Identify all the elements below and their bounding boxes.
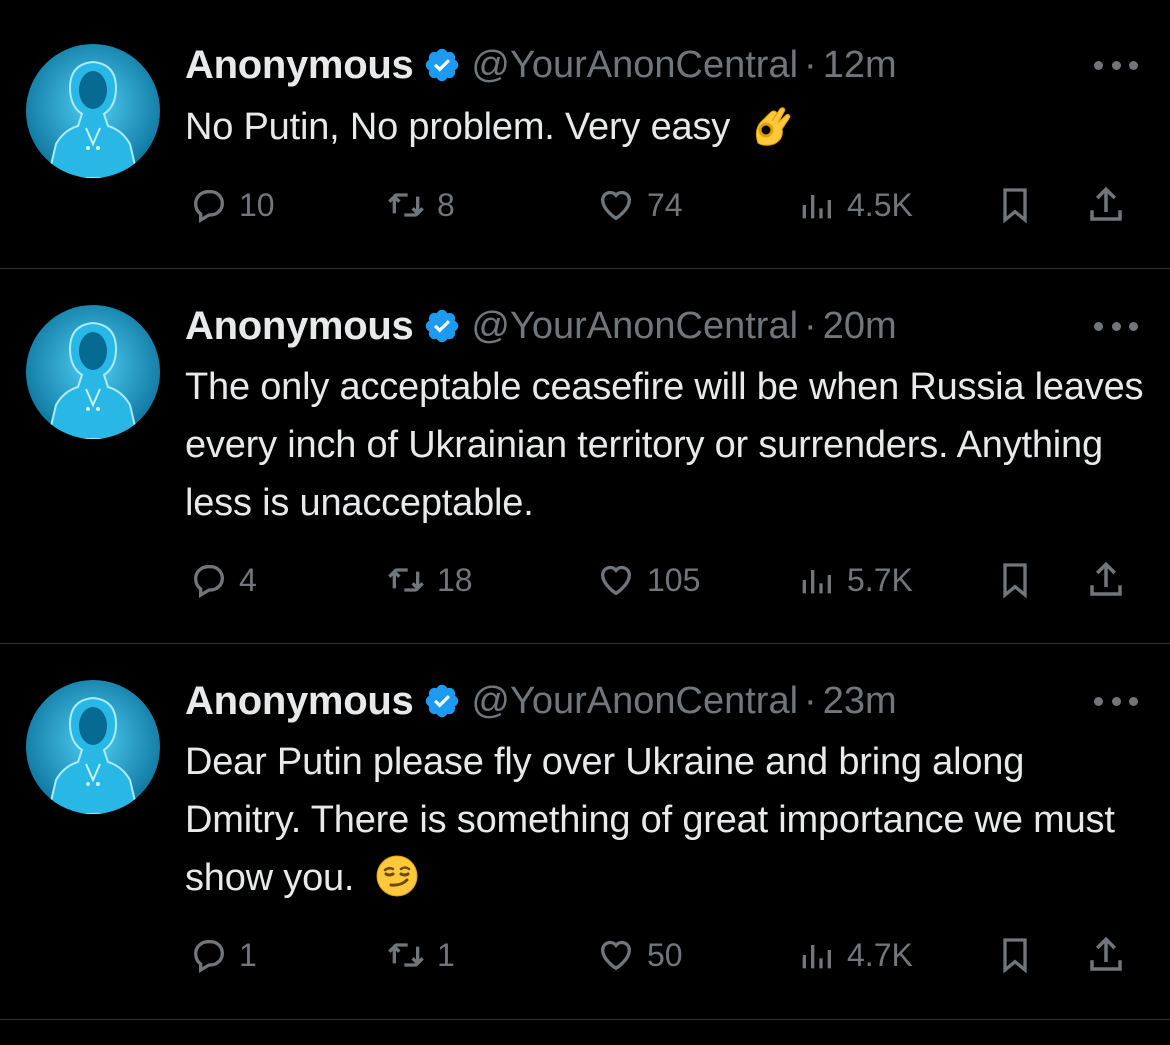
reply-button[interactable]: 1: [189, 930, 257, 980]
views-icon: [802, 945, 831, 969]
tweet[interactable]: Anonymous @YourAnonCentral · 20m The onl…: [0, 269, 1170, 643]
verified-badge-icon[interactable]: [423, 682, 461, 720]
share-button[interactable]: [1085, 930, 1127, 980]
repost-count: 8: [437, 186, 455, 223]
reply-button[interactable]: 10: [189, 180, 275, 230]
repost-button[interactable]: 18: [385, 555, 473, 605]
verified-badge-icon[interactable]: [423, 307, 461, 345]
separator-dot: ·: [804, 304, 817, 347]
tweet-text: The only acceptable ceasefire will be wh…: [185, 358, 1145, 532]
bookmark-button[interactable]: [995, 555, 1035, 605]
views-button[interactable]: 5.7K: [795, 555, 913, 605]
share-button[interactable]: [1085, 555, 1127, 605]
like-button[interactable]: 50: [595, 930, 683, 980]
smirking-face-emoji: [375, 854, 419, 898]
hooded-figure-icon: [26, 680, 160, 814]
author-name[interactable]: Anonymous: [185, 679, 414, 724]
reply-icon: [193, 565, 225, 598]
repost-count: 18: [437, 561, 473, 598]
separator-dot: ·: [804, 43, 817, 86]
tweet[interactable]: Anonymous @YourAnonCentral · 12m No Puti…: [0, 0, 1170, 268]
reply-count: 4: [239, 561, 257, 598]
tweet-body: No Putin, No problem. Very easy: [185, 106, 731, 148]
reply-count: 10: [239, 186, 275, 223]
author-name[interactable]: Anonymous: [185, 304, 414, 349]
heart-icon: [600, 565, 632, 596]
tweet-header: Anonymous @YourAnonCentral · 23m: [185, 676, 897, 726]
ok-hand-emoji: [750, 103, 794, 147]
repost-count: 1: [437, 936, 455, 973]
tweet-actions: 1 1 50 4.7K: [185, 930, 1145, 980]
timestamp[interactable]: 12m: [823, 44, 897, 87]
tweet-header: Anonymous @YourAnonCentral · 12m: [185, 40, 897, 90]
share-icon: [1090, 936, 1122, 971]
tweet-body: Dear Putin please fly over Ukraine and b…: [185, 741, 1115, 899]
avatar[interactable]: [26, 680, 160, 814]
repost-button[interactable]: 1: [385, 930, 455, 980]
author-handle[interactable]: @YourAnonCentral: [471, 44, 798, 87]
view-count: 5.7K: [847, 561, 913, 598]
views-icon: [802, 195, 831, 219]
like-count: 105: [647, 561, 701, 598]
share-icon: [1090, 186, 1122, 221]
more-options-icon[interactable]: [1094, 55, 1138, 75]
like-button[interactable]: 74: [595, 180, 683, 230]
tweet-header: Anonymous @YourAnonCentral · 20m: [185, 301, 897, 351]
bookmark-button[interactable]: [995, 930, 1035, 980]
timestamp[interactable]: 20m: [823, 305, 897, 348]
avatar[interactable]: [26, 44, 160, 178]
like-button[interactable]: 105: [595, 555, 700, 605]
share-icon: [1090, 561, 1122, 596]
bookmark-icon: [1003, 938, 1027, 974]
bookmark-button[interactable]: [995, 180, 1035, 230]
tweet-text: Dear Putin please fly over Ukraine and b…: [185, 733, 1145, 907]
reply-count: 1: [239, 936, 257, 973]
reply-button[interactable]: 4: [189, 555, 257, 605]
separator-dot: ·: [804, 679, 817, 722]
views-button[interactable]: 4.7K: [795, 930, 913, 980]
tweet[interactable]: Anonymous @YourAnonCentral · 23m Dear Pu…: [0, 644, 1170, 1019]
repost-icon: [388, 943, 424, 967]
share-button[interactable]: [1085, 180, 1127, 230]
repost-icon: [388, 193, 424, 217]
reply-icon: [193, 940, 225, 973]
views-icon: [802, 570, 831, 594]
like-count: 74: [647, 186, 683, 223]
hooded-figure-icon: [26, 44, 160, 178]
timestamp[interactable]: 23m: [823, 680, 897, 723]
tweet-actions: 10 8 74 4.5K: [185, 180, 1145, 230]
reply-icon: [193, 190, 225, 223]
heart-icon: [600, 190, 632, 221]
tweet-body: The only acceptable ceasefire will be wh…: [185, 366, 1144, 524]
repost-icon: [388, 568, 424, 592]
verified-badge-icon[interactable]: [423, 46, 461, 84]
bookmark-icon: [1003, 188, 1027, 224]
view-count: 4.5K: [847, 186, 913, 223]
views-button[interactable]: 4.5K: [795, 180, 913, 230]
avatar[interactable]: [26, 305, 160, 439]
more-options-icon[interactable]: [1094, 691, 1138, 711]
bookmark-icon: [1003, 563, 1027, 599]
like-count: 50: [647, 936, 683, 973]
author-handle[interactable]: @YourAnonCentral: [471, 305, 798, 348]
author-name[interactable]: Anonymous: [185, 43, 414, 88]
tweet-actions: 4 18 105 5.7K: [185, 555, 1145, 605]
author-handle[interactable]: @YourAnonCentral: [471, 680, 798, 723]
tweet-text: No Putin, No problem. Very easy: [185, 98, 1145, 156]
view-count: 4.7K: [847, 936, 913, 973]
heart-icon: [600, 940, 632, 971]
more-options-icon[interactable]: [1094, 316, 1138, 336]
repost-button[interactable]: 8: [385, 180, 455, 230]
divider: [0, 1019, 1170, 1020]
hooded-figure-icon: [26, 305, 160, 439]
